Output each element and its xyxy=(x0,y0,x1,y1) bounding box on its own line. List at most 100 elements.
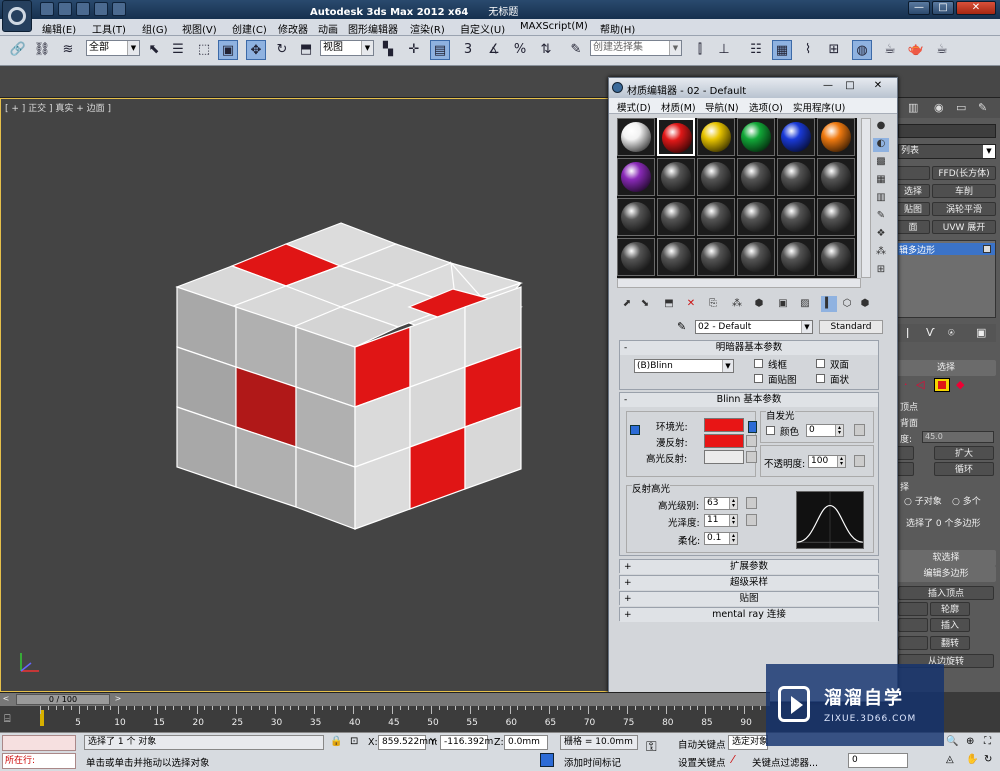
wire-checkbox[interactable] xyxy=(754,359,763,368)
mirror-icon[interactable]: ⫿ xyxy=(690,40,710,60)
material-sample-slot[interactable] xyxy=(617,238,655,276)
glossiness-spinner[interactable]: 11 ▴ ▾ xyxy=(704,514,738,527)
bevel-button[interactable] xyxy=(898,618,928,632)
show-end-result-icon[interactable]: ▍ xyxy=(821,296,837,312)
supersampling-header[interactable]: + 超级采样 xyxy=(620,576,878,590)
configure-sets-icon[interactable]: ▣ xyxy=(976,326,986,339)
lock-ambient-diffuse-icon[interactable] xyxy=(630,425,640,435)
link-icon[interactable]: 🔗 xyxy=(8,40,28,60)
selection-filter-dropdown[interactable]: 全部 ▼ xyxy=(86,40,140,56)
select-object-icon[interactable]: ⬉ xyxy=(144,40,164,60)
uv-tiling-icon[interactable]: ▦ xyxy=(873,174,889,188)
menu-maxscript[interactable]: MAXScript(M) xyxy=(520,21,588,32)
self-illum-spinner[interactable]: 0 ▴ ▾ xyxy=(806,424,844,437)
material-sample-slot[interactable] xyxy=(817,158,855,196)
bind-spacewarp-icon[interactable]: ≋ xyxy=(58,40,78,60)
z-coordinate-field[interactable]: 0.0mm xyxy=(504,735,548,750)
grow-button[interactable]: 扩大 xyxy=(934,446,994,460)
hierarchy-tab-icon[interactable]: ▥ xyxy=(908,101,922,115)
med-close-button[interactable]: ✕ xyxy=(867,80,889,94)
key-filters-button[interactable]: 关键点过滤器... xyxy=(752,755,818,769)
blinn-basic-header[interactable]: - Blinn 基本参数 xyxy=(620,393,878,407)
rendered-frame-icon[interactable]: 🫖 xyxy=(906,40,926,60)
shrink-button[interactable] xyxy=(896,446,914,460)
modifier-btn-uvw[interactable]: UVW 展开 xyxy=(932,220,996,234)
time-next-icon[interactable]: > xyxy=(112,694,124,705)
med-maximize-button[interactable]: □ xyxy=(841,80,859,94)
display-tab-icon[interactable]: ▭ xyxy=(956,101,970,115)
menu-create[interactable]: 创建(C) xyxy=(232,21,267,36)
specular-color-swatch[interactable] xyxy=(704,450,744,464)
polygon-mode-icon[interactable] xyxy=(934,378,950,392)
angle-snap-icon[interactable]: ∡ xyxy=(484,40,504,60)
modifier-stack[interactable]: 辑多边形 xyxy=(896,240,996,318)
select-move-icon[interactable]: ✥ xyxy=(246,40,266,60)
named-selection-set-dropdown[interactable]: 创建选择集 ▼ xyxy=(590,40,682,56)
edge-mode-icon[interactable]: ◁ xyxy=(916,378,924,391)
curve-editor-icon[interactable]: ⌇ xyxy=(798,40,818,60)
options-icon[interactable]: ❖ xyxy=(873,228,889,242)
specular-map-button[interactable] xyxy=(746,451,757,463)
med-menu-navigation[interactable]: 导航(N) xyxy=(705,100,739,114)
rect-selection-icon[interactable]: ⬚ xyxy=(194,40,214,60)
cube-model[interactable] xyxy=(151,219,571,609)
med-menu-modes[interactable]: 模式(D) xyxy=(617,100,651,114)
extended-params-rollout[interactable]: + 扩展参数 xyxy=(619,559,879,574)
make-copy-icon[interactable]: ⎘ xyxy=(705,296,721,312)
material-editor-icon[interactable]: ◍ xyxy=(852,40,872,60)
menu-help[interactable]: 帮助(H) xyxy=(600,21,635,36)
material-sample-slot[interactable] xyxy=(617,198,655,236)
zoom-icon[interactable]: 🔍 xyxy=(946,736,958,747)
menu-animation[interactable]: 动画 xyxy=(318,21,338,36)
pivot-center-icon[interactable]: ▚ xyxy=(378,40,398,60)
edit-polygons-rollout[interactable]: 编辑多边形 xyxy=(896,566,996,582)
schematic-view-icon[interactable]: ⊞ xyxy=(824,40,844,60)
menu-views[interactable]: 视图(V) xyxy=(182,21,217,36)
show-end-result-icon[interactable]: Ѵ xyxy=(926,326,935,339)
opacity-map-button[interactable] xyxy=(854,455,865,467)
viewport-label[interactable]: [ + ] 正交 ] 真实 + 边面 ] xyxy=(5,101,111,114)
ring-button[interactable] xyxy=(896,462,914,476)
select-by-material-icon[interactable]: ⁂ xyxy=(873,246,889,260)
current-frame-field[interactable]: 0 xyxy=(848,753,908,768)
multi-radio[interactable]: ○ 多个 xyxy=(952,494,981,507)
y-coordinate-field[interactable]: -116.392m xyxy=(440,735,493,750)
modifier-btn-map[interactable]: 贴图 xyxy=(896,202,930,216)
menu-customize[interactable]: 自定义(U) xyxy=(460,21,505,36)
minimize-button[interactable]: — xyxy=(908,1,930,15)
vertex-mode-icon[interactable]: · xyxy=(904,378,908,391)
lock-diffuse-map-icon[interactable] xyxy=(748,421,757,433)
ribbon-toggle-icon[interactable]: ▦ xyxy=(772,40,792,60)
diffuse-color-swatch[interactable] xyxy=(704,434,744,448)
material-sample-slot[interactable] xyxy=(697,238,735,276)
face-map-checkbox[interactable] xyxy=(754,374,763,383)
med-menu-utilities[interactable]: 实用程序(U) xyxy=(793,100,845,114)
modifier-btn-face[interactable]: 面 xyxy=(896,220,930,234)
material-sample-slot[interactable] xyxy=(817,118,855,156)
make-unique-icon[interactable]: ⁂ xyxy=(729,296,745,312)
two-sided-checkbox[interactable] xyxy=(816,359,825,368)
align-icon[interactable]: ⊥ xyxy=(714,40,734,60)
inset-button[interactable]: 插入 xyxy=(930,618,970,632)
background-icon[interactable]: ▩ xyxy=(873,156,889,170)
modifier-btn-turbosmooth[interactable]: 涡轮平滑 xyxy=(932,202,996,216)
opacity-spinner[interactable]: 100 ▴ ▾ xyxy=(808,455,846,468)
backlight-icon[interactable]: ◐ xyxy=(873,138,889,152)
save-file-icon[interactable] xyxy=(76,2,90,16)
shader-basic-header[interactable]: - 明暗器基本参数 xyxy=(620,341,878,355)
key-icon[interactable]: ⚿ xyxy=(646,739,657,755)
go-forward-sibling-icon[interactable]: ⬢ xyxy=(857,296,873,312)
pick-material-icon[interactable]: ✎ xyxy=(677,320,686,333)
specular-level-map-button[interactable] xyxy=(746,497,757,509)
maxscript-mini-listener[interactable]: 所在行: xyxy=(2,753,76,769)
maps-header[interactable]: + 贴图 xyxy=(620,592,878,606)
snaps-toggle-icon[interactable]: 3 xyxy=(458,40,478,60)
utilities-tab-icon[interactable]: ✎ xyxy=(978,101,992,115)
selection-rollout-title[interactable]: 选择 xyxy=(896,360,996,376)
material-sample-slot[interactable] xyxy=(737,238,775,276)
glossiness-map-button[interactable] xyxy=(746,514,757,526)
material-sample-slot[interactable] xyxy=(617,158,655,196)
material-sample-slot[interactable] xyxy=(777,238,815,276)
put-to-library-icon[interactable]: ⬢ xyxy=(751,296,767,312)
show-map-icon[interactable]: ▨ xyxy=(797,296,813,312)
